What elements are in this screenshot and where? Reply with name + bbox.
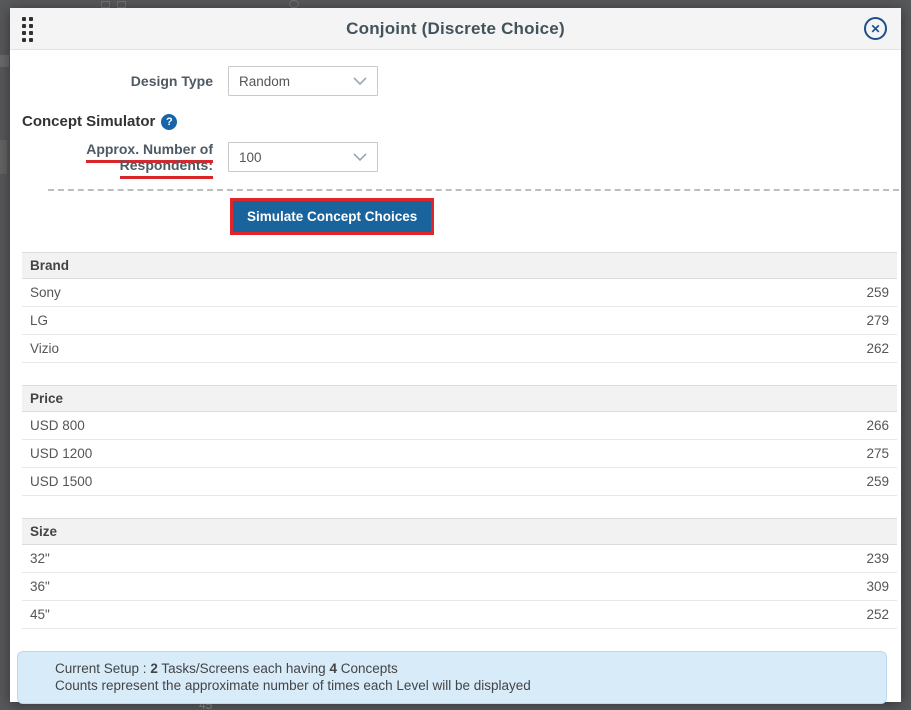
background-toolbar-icon <box>101 1 110 8</box>
help-icon[interactable]: ? <box>161 114 177 130</box>
info-text: Current Setup : <box>55 661 150 676</box>
tasks-count: 2 <box>150 661 158 676</box>
level-label: Vizio <box>30 341 59 356</box>
concept-simulator-heading: Concept Simulator ? <box>22 113 901 130</box>
level-label: USD 800 <box>30 418 85 433</box>
level-count: 259 <box>866 474 889 489</box>
level-label: 32" <box>30 551 50 566</box>
table-row: 32" 239 <box>22 545 897 573</box>
respondents-label-text: Approx. Number of Respondents: <box>86 141 213 179</box>
design-type-select[interactable]: Random <box>228 66 378 96</box>
table-row: USD 1500 259 <box>22 468 897 496</box>
table-header: Brand <box>22 252 897 279</box>
table-row: Sony 259 <box>22 279 897 307</box>
size-table: Size 32" 239 36" 309 45" 252 <box>22 518 897 629</box>
table-row: LG 279 <box>22 307 897 335</box>
respondents-select[interactable]: 100 <box>228 142 378 172</box>
table-header: Size <box>22 518 897 545</box>
level-label: USD 1200 <box>30 446 92 461</box>
info-line-1: Current Setup : 2 Tasks/Screens each hav… <box>55 660 874 677</box>
level-label: 45" <box>30 607 50 622</box>
level-count: 275 <box>866 446 889 461</box>
modal-title: Conjoint (Discrete Choice) <box>10 19 901 39</box>
table-row: 45" 252 <box>22 601 897 629</box>
level-count: 266 <box>866 418 889 433</box>
brand-table: Brand Sony 259 LG 279 Vizio 262 <box>22 252 897 363</box>
level-count: 279 <box>866 313 889 328</box>
concepts-count: 4 <box>329 661 337 676</box>
dashed-separator <box>48 189 899 191</box>
design-type-row: Design Type Random <box>10 66 901 96</box>
table-row: USD 800 266 <box>22 412 897 440</box>
info-text: Tasks/Screens each having <box>158 661 330 676</box>
design-type-value: Random <box>239 74 290 89</box>
conjoint-modal: Conjoint (Discrete Choice) ✕ Design Type… <box>10 8 901 702</box>
background-left-fragment <box>0 55 9 67</box>
page-overlay: { "overlay": { "bottom_fragment": "45\""… <box>0 0 911 710</box>
level-count: 239 <box>866 551 889 566</box>
background-refresh-icon <box>289 0 299 8</box>
modal-header: Conjoint (Discrete Choice) ✕ <box>10 8 901 50</box>
price-table: Price USD 800 266 USD 1200 275 USD 1500 … <box>22 385 897 496</box>
simulate-concept-choices-button[interactable]: Simulate Concept Choices <box>233 201 431 232</box>
background-left-fragment <box>0 140 7 174</box>
level-label: USD 1500 <box>30 474 92 489</box>
concept-simulator-title: Concept Simulator <box>22 113 155 130</box>
level-label: LG <box>30 313 48 328</box>
level-count: 262 <box>866 341 889 356</box>
level-label: Sony <box>30 285 61 300</box>
current-setup-info-box: Current Setup : 2 Tasks/Screens each hav… <box>17 651 887 704</box>
respondents-row: Approx. Number of Respondents: 100 <box>10 141 901 173</box>
level-count: 309 <box>866 579 889 594</box>
table-row: 36" 309 <box>22 573 897 601</box>
info-line-2: Counts represent the approximate number … <box>55 677 874 694</box>
background-toolbar-icon <box>117 1 126 8</box>
level-count: 259 <box>866 285 889 300</box>
close-icon[interactable]: ✕ <box>864 17 887 40</box>
chevron-down-icon <box>353 153 367 162</box>
table-row: USD 1200 275 <box>22 440 897 468</box>
info-text: Concepts <box>337 661 398 676</box>
level-count-tables: Brand Sony 259 LG 279 Vizio 262 Price US… <box>22 252 897 629</box>
level-label: 36" <box>30 579 50 594</box>
design-type-label: Design Type <box>10 73 213 89</box>
table-header: Price <box>22 385 897 412</box>
chevron-down-icon <box>353 77 367 86</box>
respondents-label: Approx. Number of Respondents: <box>10 141 213 173</box>
level-count: 252 <box>866 607 889 622</box>
table-row: Vizio 262 <box>22 335 897 363</box>
respondents-value: 100 <box>239 150 262 165</box>
drag-handle-icon[interactable] <box>22 17 33 42</box>
